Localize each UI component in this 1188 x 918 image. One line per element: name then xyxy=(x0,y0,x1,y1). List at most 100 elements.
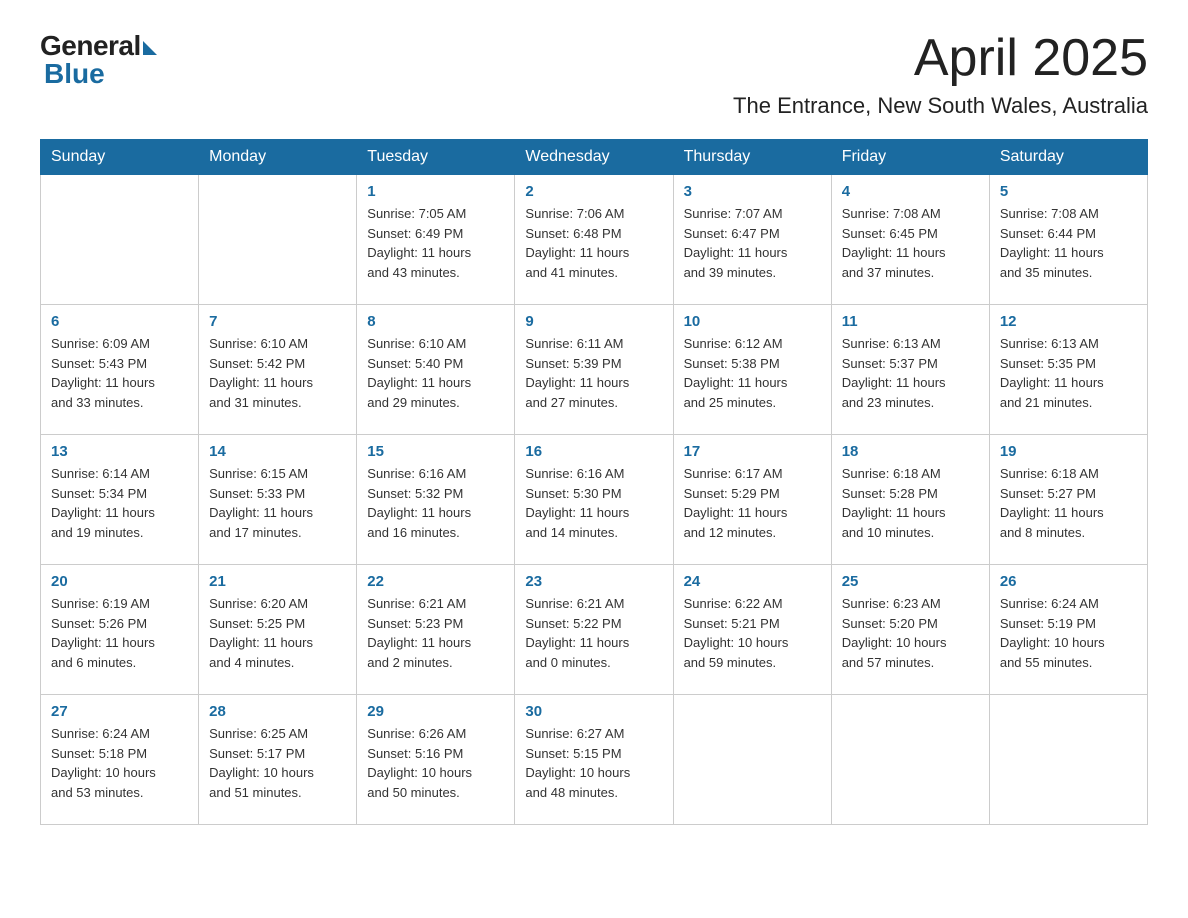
day-info: Sunrise: 7:08 AMSunset: 6:44 PMDaylight:… xyxy=(1000,204,1137,282)
calendar-cell xyxy=(41,175,199,305)
day-number: 20 xyxy=(51,573,188,590)
calendar-cell: 14 Sunrise: 6:15 AMSunset: 5:33 PMDayligh… xyxy=(199,435,357,565)
calendar-cell: 9 Sunrise: 6:11 AMSunset: 5:39 PMDaylight… xyxy=(515,305,673,435)
day-number: 23 xyxy=(525,573,662,590)
calendar-table: SundayMondayTuesdayWednesdayThursdayFrid… xyxy=(40,139,1148,825)
day-info: Sunrise: 6:27 AMSunset: 5:15 PMDaylight:… xyxy=(525,724,662,802)
calendar-cell: 3 Sunrise: 7:07 AMSunset: 6:47 PMDaylight… xyxy=(673,175,831,305)
day-number: 18 xyxy=(842,443,979,460)
calendar-cell: 25Sunrise: 6:23 AMSunset: 5:20 PMDayligh… xyxy=(831,565,989,695)
logo: General Blue xyxy=(40,30,157,90)
day-info: Sunrise: 6:22 AMSunset: 5:21 PMDaylight:… xyxy=(684,594,821,672)
calendar-cell: 12 Sunrise: 6:13 AMSunset: 5:35 PMDayligh… xyxy=(989,305,1147,435)
calendar-cell xyxy=(831,695,989,825)
day-number: 13 xyxy=(51,443,188,460)
day-info: Sunrise: 6:20 AMSunset: 5:25 PMDaylight:… xyxy=(209,594,346,672)
day-number: 30 xyxy=(525,703,662,720)
weekday-header-row: SundayMondayTuesdayWednesdayThursdayFrid… xyxy=(41,140,1148,175)
day-info: Sunrise: 6:24 AMSunset: 5:18 PMDaylight:… xyxy=(51,724,188,802)
logo-arrow-icon xyxy=(143,41,157,55)
calendar-cell: 27Sunrise: 6:24 AMSunset: 5:18 PMDayligh… xyxy=(41,695,199,825)
calendar-cell: 5 Sunrise: 7:08 AMSunset: 6:44 PMDaylight… xyxy=(989,175,1147,305)
day-number: 15 xyxy=(367,443,504,460)
weekday-header-thursday: Thursday xyxy=(673,140,831,175)
calendar-week-row: 1 Sunrise: 7:05 AMSunset: 6:49 PMDaylight… xyxy=(41,175,1148,305)
calendar-cell: 21Sunrise: 6:20 AMSunset: 5:25 PMDayligh… xyxy=(199,565,357,695)
weekday-header-friday: Friday xyxy=(831,140,989,175)
calendar-cell: 8 Sunrise: 6:10 AMSunset: 5:40 PMDaylight… xyxy=(357,305,515,435)
day-number: 9 xyxy=(525,313,662,330)
calendar-cell: 28 Sunrise: 6:25 AMSunset: 5:17 PMDayligh… xyxy=(199,695,357,825)
day-number: 24 xyxy=(684,573,821,590)
day-info: Sunrise: 7:05 AMSunset: 6:49 PMDaylight:… xyxy=(367,204,504,282)
calendar-cell: 24 Sunrise: 6:22 AMSunset: 5:21 PMDayligh… xyxy=(673,565,831,695)
day-number: 7 xyxy=(209,313,346,330)
day-number: 5 xyxy=(1000,183,1137,200)
day-number: 6 xyxy=(51,313,188,330)
day-number: 22 xyxy=(367,573,504,590)
day-number: 10 xyxy=(684,313,821,330)
day-info: Sunrise: 7:08 AMSunset: 6:45 PMDaylight:… xyxy=(842,204,979,282)
day-info: Sunrise: 6:18 AMSunset: 5:28 PMDaylight:… xyxy=(842,464,979,542)
calendar-cell: 11 Sunrise: 6:13 AMSunset: 5:37 PMDayligh… xyxy=(831,305,989,435)
weekday-header-monday: Monday xyxy=(199,140,357,175)
day-info: Sunrise: 6:14 AMSunset: 5:34 PMDaylight:… xyxy=(51,464,188,542)
title-section: April 2025 The Entrance, New South Wales… xyxy=(733,30,1148,119)
day-info: Sunrise: 6:15 AMSunset: 5:33 PMDaylight:… xyxy=(209,464,346,542)
day-info: Sunrise: 7:06 AMSunset: 6:48 PMDaylight:… xyxy=(525,204,662,282)
calendar-cell: 20 Sunrise: 6:19 AMSunset: 5:26 PMDayligh… xyxy=(41,565,199,695)
day-number: 28 xyxy=(209,703,346,720)
day-info: Sunrise: 6:25 AMSunset: 5:17 PMDaylight:… xyxy=(209,724,346,802)
calendar-week-row: 27Sunrise: 6:24 AMSunset: 5:18 PMDayligh… xyxy=(41,695,1148,825)
day-info: Sunrise: 6:16 AMSunset: 5:30 PMDaylight:… xyxy=(525,464,662,542)
calendar-cell: 26Sunrise: 6:24 AMSunset: 5:19 PMDayligh… xyxy=(989,565,1147,695)
calendar-week-row: 20 Sunrise: 6:19 AMSunset: 5:26 PMDayligh… xyxy=(41,565,1148,695)
calendar-cell: 18 Sunrise: 6:18 AMSunset: 5:28 PMDayligh… xyxy=(831,435,989,565)
calendar-cell: 23 Sunrise: 6:21 AMSunset: 5:22 PMDayligh… xyxy=(515,565,673,695)
logo-blue-text: Blue xyxy=(44,58,105,90)
day-number: 29 xyxy=(367,703,504,720)
day-number: 8 xyxy=(367,313,504,330)
day-info: Sunrise: 6:11 AMSunset: 5:39 PMDaylight:… xyxy=(525,334,662,412)
month-title: April 2025 xyxy=(733,30,1148,87)
weekday-header-wednesday: Wednesday xyxy=(515,140,673,175)
day-info: Sunrise: 6:17 AMSunset: 5:29 PMDaylight:… xyxy=(684,464,821,542)
day-number: 4 xyxy=(842,183,979,200)
calendar-cell: 6Sunrise: 6:09 AMSunset: 5:43 PMDaylight… xyxy=(41,305,199,435)
day-info: Sunrise: 6:18 AMSunset: 5:27 PMDaylight:… xyxy=(1000,464,1137,542)
day-info: Sunrise: 6:21 AMSunset: 5:23 PMDaylight:… xyxy=(367,594,504,672)
day-info: Sunrise: 6:24 AMSunset: 5:19 PMDaylight:… xyxy=(1000,594,1137,672)
day-info: Sunrise: 6:13 AMSunset: 5:37 PMDaylight:… xyxy=(842,334,979,412)
calendar-cell: 4 Sunrise: 7:08 AMSunset: 6:45 PMDaylight… xyxy=(831,175,989,305)
location-title: The Entrance, New South Wales, Australia xyxy=(733,93,1148,119)
day-info: Sunrise: 6:13 AMSunset: 5:35 PMDaylight:… xyxy=(1000,334,1137,412)
calendar-cell: 16 Sunrise: 6:16 AMSunset: 5:30 PMDayligh… xyxy=(515,435,673,565)
day-number: 3 xyxy=(684,183,821,200)
weekday-header-tuesday: Tuesday xyxy=(357,140,515,175)
day-info: Sunrise: 6:19 AMSunset: 5:26 PMDaylight:… xyxy=(51,594,188,672)
day-info: Sunrise: 6:10 AMSunset: 5:42 PMDaylight:… xyxy=(209,334,346,412)
calendar-cell: 2 Sunrise: 7:06 AMSunset: 6:48 PMDaylight… xyxy=(515,175,673,305)
calendar-cell: 7 Sunrise: 6:10 AMSunset: 5:42 PMDaylight… xyxy=(199,305,357,435)
calendar-cell xyxy=(989,695,1147,825)
day-info: Sunrise: 6:21 AMSunset: 5:22 PMDaylight:… xyxy=(525,594,662,672)
calendar-cell: 19Sunrise: 6:18 AMSunset: 5:27 PMDayligh… xyxy=(989,435,1147,565)
day-number: 16 xyxy=(525,443,662,460)
weekday-header-sunday: Sunday xyxy=(41,140,199,175)
calendar-week-row: 6Sunrise: 6:09 AMSunset: 5:43 PMDaylight… xyxy=(41,305,1148,435)
day-info: Sunrise: 6:10 AMSunset: 5:40 PMDaylight:… xyxy=(367,334,504,412)
day-number: 11 xyxy=(842,313,979,330)
day-number: 2 xyxy=(525,183,662,200)
day-number: 1 xyxy=(367,183,504,200)
day-number: 17 xyxy=(684,443,821,460)
calendar-cell: 22 Sunrise: 6:21 AMSunset: 5:23 PMDayligh… xyxy=(357,565,515,695)
page-header: General Blue April 2025 The Entrance, Ne… xyxy=(40,30,1148,119)
calendar-week-row: 13 Sunrise: 6:14 AMSunset: 5:34 PMDayligh… xyxy=(41,435,1148,565)
day-number: 12 xyxy=(1000,313,1137,330)
day-number: 14 xyxy=(209,443,346,460)
day-info: Sunrise: 6:26 AMSunset: 5:16 PMDaylight:… xyxy=(367,724,504,802)
calendar-cell xyxy=(199,175,357,305)
calendar-cell: 17 Sunrise: 6:17 AMSunset: 5:29 PMDayligh… xyxy=(673,435,831,565)
calendar-cell: 10Sunrise: 6:12 AMSunset: 5:38 PMDayligh… xyxy=(673,305,831,435)
day-info: Sunrise: 7:07 AMSunset: 6:47 PMDaylight:… xyxy=(684,204,821,282)
